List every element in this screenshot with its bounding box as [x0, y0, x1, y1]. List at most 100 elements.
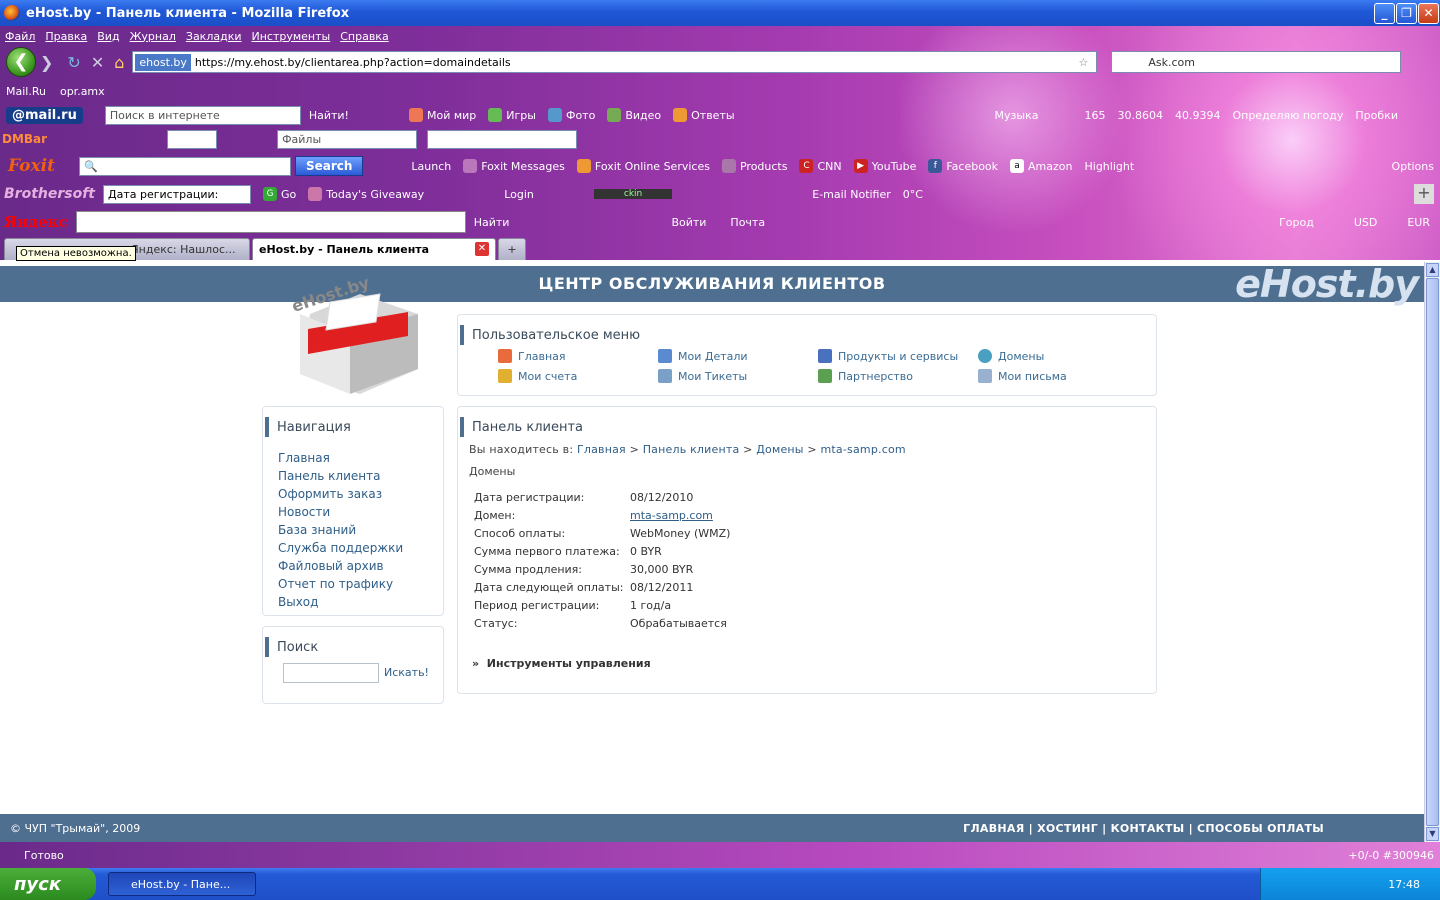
mailru-search-input[interactable]: Поиск в интернете [104, 105, 301, 125]
forward-button[interactable]: ❯ [40, 53, 53, 72]
tab-ehost[interactable]: eHost.by - Панель клиента ✕ [252, 237, 496, 260]
menu-tools[interactable]: Инструменты [252, 30, 331, 43]
domain-link[interactable]: mta-samp.com [630, 509, 713, 522]
mailru-logo[interactable]: @mail.ru [6, 106, 83, 124]
yandex-find-button[interactable]: Найти [474, 216, 510, 229]
tab-close-icon[interactable]: ✕ [475, 242, 489, 256]
menu-view[interactable]: Вид [97, 30, 119, 43]
close-button[interactable]: ✕ [1418, 3, 1439, 24]
mailru-mail-count[interactable]: 165 [1084, 109, 1105, 122]
management-tools-toggle[interactable]: » Инструменты управления [472, 657, 651, 670]
stop-icon[interactable]: ✕ [91, 53, 104, 72]
crumb-client-area[interactable]: Панель клиента [643, 443, 740, 456]
mailru-traffic[interactable]: Пробки [1355, 109, 1398, 122]
search-input[interactable] [283, 663, 379, 683]
footer-links[interactable]: ГЛАВНАЯ | ХОСТИНГ | КОНТАКТЫ | СПОСОБЫ О… [963, 822, 1324, 835]
crumb-home[interactable]: Главная [577, 443, 626, 456]
nav-logout[interactable]: Выход [278, 593, 443, 611]
foxit-products[interactable]: Products [721, 159, 787, 173]
mailru-weather[interactable]: Определяю погоду [1232, 109, 1343, 122]
search-bar[interactable]: Ask.com [1111, 51, 1402, 73]
menu-edit[interactable]: Правка [45, 30, 87, 43]
yandex-search-input[interactable] [75, 211, 466, 233]
mailru-item-answers[interactable]: Ответы [673, 108, 735, 122]
brothersoft-login[interactable]: Login [504, 188, 534, 201]
foxit-highlight[interactable]: Highlight [1085, 160, 1135, 173]
nav-support[interactable]: Служба поддержки [278, 539, 443, 557]
reload-icon[interactable]: ↻ [67, 53, 80, 72]
mailru-item-video[interactable]: Видео [607, 108, 661, 122]
yandex-logo[interactable]: Яндекс [4, 213, 68, 231]
scroll-up-arrow[interactable]: ▲ [1426, 263, 1439, 277]
site-identity-badge[interactable]: ehost.by [135, 53, 191, 71]
dmbar-input[interactable] [167, 129, 218, 149]
brothersoft-weather[interactable]: 0°C [903, 188, 923, 201]
mailru-find-button[interactable]: Найти! [309, 109, 349, 122]
foxit-online-services[interactable]: Foxit Online Services [576, 159, 710, 173]
foxit-facebook[interactable]: f Facebook [928, 159, 998, 173]
mailru-item-myworld[interactable]: Мой мир [408, 108, 476, 122]
new-tab-button[interactable]: + [498, 237, 526, 260]
maximize-button[interactable]: ❐ [1396, 3, 1417, 24]
bookmark-opr[interactable]: opr.amx [60, 85, 105, 98]
yandex-city[interactable]: Город [1279, 216, 1314, 229]
foxit-search-button[interactable]: Search [294, 156, 364, 176]
mailru-item-games[interactable]: Игры [488, 108, 536, 122]
foxit-launch[interactable]: Launch [411, 160, 451, 173]
scroll-down-arrow[interactable]: ▼ [1426, 827, 1439, 841]
foxit-amazon[interactable]: a Amazon [1010, 159, 1073, 173]
brand-logo[interactable]: eHost.by [1235, 265, 1419, 303]
um-tickets[interactable]: Мои Тикеты [658, 369, 747, 383]
foxit-cnn[interactable]: C CNN [799, 159, 842, 173]
nav-client-area[interactable]: Панель клиента [278, 467, 443, 485]
yandex-mail[interactable]: Почта [730, 216, 765, 229]
menu-bookmarks[interactable]: Закладки [186, 30, 242, 43]
um-home[interactable]: Главная [498, 349, 566, 363]
yandex-login[interactable]: Войти [671, 216, 706, 229]
brothersoft-select[interactable]: Дата регистрации: [103, 184, 251, 204]
foxit-search-input[interactable]: 🔍 [78, 156, 291, 176]
crumb-domains[interactable]: Домены [756, 443, 803, 456]
um-domains[interactable]: Домены [978, 349, 1044, 363]
nav-home[interactable]: Главная [278, 449, 443, 467]
um-details[interactable]: Мои Детали [658, 349, 748, 363]
ehost-3d-logo[interactable]: eHost.by [290, 274, 418, 394]
dmbar-files-select[interactable]: Файлы [277, 129, 418, 149]
url-bar[interactable]: ehost.by https://my.ehost.by/clientarea.… [132, 51, 1098, 73]
home-icon[interactable]: ⌂ [114, 53, 124, 72]
minimize-button[interactable]: _ [1374, 3, 1395, 24]
um-affiliate[interactable]: Партнерство [818, 369, 913, 383]
menu-help[interactable]: Справка [340, 30, 388, 43]
mailru-music[interactable]: Музыка [995, 109, 1039, 122]
foxit-options[interactable]: Options [1392, 160, 1434, 173]
yandex-eur[interactable]: EUR [1407, 216, 1430, 229]
foxit-logo[interactable]: Foxit [8, 156, 55, 176]
nav-order[interactable]: Оформить заказ [278, 485, 443, 503]
brothersoft-go[interactable]: G Go [263, 187, 296, 201]
um-invoices[interactable]: Мои счета [498, 369, 577, 383]
brothersoft-player[interactable]: ckin [593, 189, 673, 199]
foxit-youtube[interactable]: ▶ YouTube [853, 159, 916, 173]
nav-downloads[interactable]: Файловый архив [278, 557, 443, 575]
nav-traffic-report[interactable]: Отчет по трафику [278, 575, 443, 593]
yandex-usd[interactable]: USD [1354, 216, 1378, 229]
mailru-item-photo[interactable]: Фото [547, 108, 595, 122]
taskbar-firefox[interactable]: eHost.by - Пане... [108, 872, 256, 896]
dmbar-logo[interactable]: DMBar [2, 132, 47, 146]
nav-knowledgebase[interactable]: База знаний [278, 521, 443, 539]
brothersoft-email-notifier[interactable]: E-mail Notifier [812, 188, 891, 201]
bookmark-mailru[interactable]: Mail.Ru [6, 85, 46, 98]
um-emails[interactable]: Мои письма [978, 369, 1067, 383]
menu-history[interactable]: Журнал [130, 30, 176, 43]
dmbar-search-input[interactable] [427, 129, 578, 149]
brothersoft-logo[interactable]: Brothersoft [4, 186, 95, 202]
start-button[interactable]: пуск [0, 868, 96, 900]
search-button[interactable]: Искать! [384, 666, 429, 679]
bookmark-star-icon[interactable]: ☆ [1079, 56, 1089, 69]
add-button[interactable]: + [1414, 184, 1434, 204]
back-button[interactable]: ❮ [6, 47, 36, 77]
crumb-domain[interactable]: mta-samp.com [821, 443, 906, 456]
um-products[interactable]: Продукты и сервисы [818, 349, 958, 363]
menu-file[interactable]: Файл [5, 30, 35, 43]
brothersoft-giveaway[interactable]: Today's Giveaway [308, 187, 424, 201]
